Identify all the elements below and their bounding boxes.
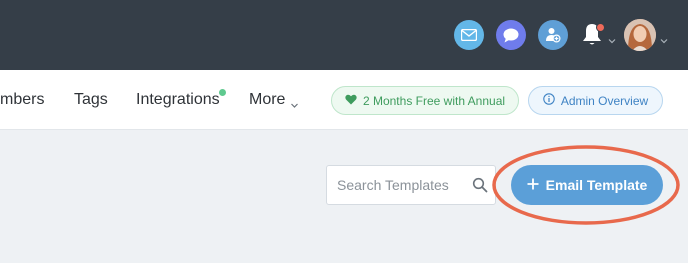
integrations-status-dot [219,89,226,96]
annual-promo-button[interactable]: 2 Months Free with Annual [331,86,519,115]
search-box [326,165,496,205]
chat-icon[interactable] [496,20,526,50]
nav-item-tags[interactable]: Tags [74,91,108,109]
nav-bar: mbers Tags Integrations More 2 Months Fr… [0,70,688,130]
top-bar [0,0,688,70]
heart-icon [345,94,357,108]
nav-item-members[interactable]: mbers [0,91,44,109]
search-icon[interactable] [472,177,488,193]
avatar-chevron-down-icon[interactable] [660,32,668,44]
chevron-down-icon[interactable] [608,32,616,44]
search-input[interactable] [337,166,467,204]
info-icon [543,93,555,108]
admin-overview-label: Admin Overview [560,93,649,108]
mail-icon[interactable] [454,20,484,50]
user-add-icon[interactable] [538,20,568,50]
annual-promo-label: 2 Months Free with Annual [362,93,506,108]
more-chevron-down-icon[interactable] [290,97,299,108]
highlight-circle-annotation [492,145,680,225]
avatar[interactable] [624,19,656,51]
notification-dot [596,23,605,32]
nav-item-integrations[interactable]: Integrations [136,91,220,109]
admin-overview-button[interactable]: Admin Overview [528,86,663,115]
nav-item-more[interactable]: More [249,91,285,109]
